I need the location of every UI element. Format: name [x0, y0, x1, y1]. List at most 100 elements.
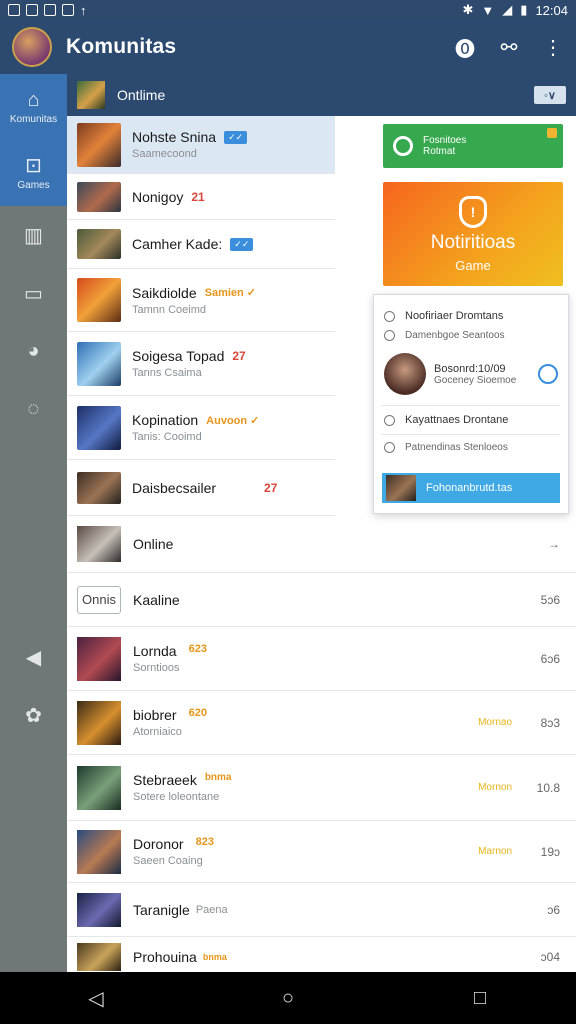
- list-item[interactable]: Soigesa Topad 27 Tanns Csaima: [67, 332, 335, 396]
- item-title: Online: [133, 536, 174, 552]
- item-title: biobrer: [133, 707, 177, 723]
- list-item[interactable]: Online →: [67, 516, 576, 573]
- item-title: Taranigle: [133, 901, 190, 918]
- item-tag: 623: [188, 643, 207, 655]
- item-title: Kopination: [132, 412, 199, 428]
- list-item[interactable]: biobrer 620 Atorniaico Mornao 8ɔ3: [67, 691, 576, 755]
- profile-name: Bosonrd:10/09: [434, 362, 506, 375]
- game-thumbnail: [77, 700, 121, 745]
- list-item[interactable]: Daisbecsailer 27: [67, 460, 335, 516]
- popup-row[interactable]: Kayattnaes Drontane: [374, 406, 568, 434]
- list-item[interactable]: Nonigoy 21: [67, 174, 335, 220]
- game-thumbnail: [386, 475, 416, 501]
- stats-icon[interactable]: ◌: [0, 380, 67, 438]
- item-title: Doronor: [133, 836, 184, 852]
- item-title: Nonigoy: [132, 188, 184, 205]
- item-subtitle: Saamecoond: [132, 148, 197, 160]
- megaphone-icon[interactable]: ◀: [0, 628, 67, 686]
- popup-row-title: Kayattnaes Drontane: [405, 414, 509, 426]
- list-item[interactable]: Saikdiolde Samien ✓ Tamnn Coeimd: [67, 269, 335, 332]
- book-icon[interactable]: ▥: [0, 206, 67, 264]
- item-subtitle: Atorniaico: [133, 726, 182, 738]
- list-item[interactable]: Kopination Auvoon ✓ Tanis: Cooimd: [67, 396, 335, 460]
- item-subtitle: Tanis: Cooimd: [132, 431, 202, 443]
- item-tag: 21: [191, 189, 205, 204]
- item-value: ɔ6: [547, 902, 560, 917]
- game-thumbnail: [77, 526, 121, 562]
- item-tag: 27: [264, 480, 278, 495]
- item-title: Lornda: [133, 643, 177, 659]
- badge-icon: [547, 128, 557, 138]
- signal-icon: ◢: [502, 2, 513, 17]
- more-vert-icon[interactable]: ⋮: [542, 36, 564, 59]
- item-title: Nohste Snina: [132, 129, 217, 145]
- share-icon[interactable]: ⚯: [498, 36, 520, 59]
- app-title: Komunitas: [66, 35, 177, 58]
- rail-item-komunitas[interactable]: ⌂ Komunitas: [0, 74, 67, 140]
- notification-popup: Noofiriaer Dromtans Damenbgoe Seantoos B…: [373, 294, 569, 514]
- content-area: Ontlime ◦∨ Nohste Snina ✓✓ Saamecoond Non…: [67, 74, 576, 977]
- list-item[interactable]: Prohouina bnma ɔ04: [67, 937, 576, 977]
- settings-icon[interactable]: ✿: [0, 686, 67, 744]
- item-tag: ✓✓: [224, 130, 248, 144]
- status-bar: ↑ ✱ ▼ ◢ ▮ 12:04: [0, 0, 576, 20]
- popup-action-button[interactable]: Fohonanbrutd.tas: [382, 473, 560, 503]
- list-item[interactable]: Camher Kade: ✓✓: [67, 220, 335, 269]
- notification-icon: [44, 4, 56, 16]
- item-status: Mornao: [478, 717, 512, 728]
- item-value: ɔ04: [540, 949, 560, 964]
- tv-icon[interactable]: ▭: [0, 264, 67, 322]
- game-thumbnail: [77, 405, 121, 450]
- info-icon[interactable]: ⓿: [454, 36, 476, 61]
- rail-item-games[interactable]: ⊡ Games: [0, 140, 67, 206]
- list-item[interactable]: Onnis Kaaline 5ɔ6: [67, 573, 576, 627]
- home-icon[interactable]: ○: [268, 978, 308, 1018]
- item-tag: 27: [232, 349, 246, 363]
- item-subtitle: Saeen Coaing: [133, 855, 203, 867]
- popup-profile[interactable]: Bosonrd:10/09 Goceney Sioemoe: [374, 343, 568, 405]
- item-tag: ✓✓: [230, 237, 254, 251]
- item-status: Marnon: [478, 846, 512, 857]
- item-title: Kaaline: [133, 591, 180, 608]
- clock: 12:04: [535, 2, 568, 18]
- profile-sub: Goceney Sioemoe: [434, 374, 517, 386]
- item-tag: Auvoon ✓: [206, 414, 260, 427]
- list-item[interactable]: Lornda 623 Sorntioos 6ɔ6: [67, 627, 576, 691]
- list-item[interactable]: Doronor 823 Saeen Coaing Marnon 19ɔ: [67, 821, 576, 883]
- radio-icon: [384, 310, 395, 322]
- ad-banner-orange[interactable]: ! Notiritioas Game: [383, 182, 563, 286]
- ad-line: Rotmat: [423, 146, 456, 157]
- game-thumbnail: [77, 471, 121, 504]
- list-item[interactable]: Taranigle Paena ɔ6: [67, 883, 576, 937]
- notification-icon: [8, 4, 20, 16]
- section-title: Ontlime: [117, 87, 166, 103]
- recents-icon[interactable]: □: [460, 978, 500, 1018]
- popup-row[interactable]: Damenbgoe Seantoos: [374, 327, 568, 343]
- app-logo[interactable]: [12, 27, 52, 67]
- ad-banner-green[interactable]: Fosnitoes Rotmat: [383, 124, 563, 168]
- top-list: Nohste Snina ✓✓ Saamecoond Nonigoy 21 Camh…: [67, 116, 335, 516]
- arrow-icon[interactable]: →: [548, 537, 560, 551]
- list-item[interactable]: Nohste Snina ✓✓ Saamecoond: [67, 116, 335, 174]
- chat-icon[interactable]: ◕: [0, 322, 67, 380]
- app-bar: Komunitas ⓿ ⚯ ⋮: [0, 20, 576, 74]
- item-tag: 620: [188, 707, 207, 719]
- loading-icon[interactable]: [538, 364, 558, 384]
- side-rail: ⌂ Komunitas ⊡ Games ▥ ▭ ◕ ◌ ◀ ✿: [0, 74, 67, 972]
- item-tag: Paena: [195, 903, 228, 916]
- item-tag: bnma: [202, 951, 227, 962]
- item-value: 5ɔ6: [540, 592, 560, 607]
- item-title: Camher Kade:: [132, 236, 223, 252]
- popup-row-title: Patnendinas Stenloeos: [405, 441, 508, 453]
- item-value: 6ɔ6: [540, 651, 560, 666]
- back-icon[interactable]: ◁: [76, 978, 116, 1018]
- info-icon: [384, 329, 395, 341]
- outline-badge: Onnis: [77, 585, 121, 614]
- filter-dropdown[interactable]: ◦∨: [534, 86, 566, 104]
- item-subtitle: Tanns Csaima: [132, 367, 202, 379]
- popup-row[interactable]: Patnendinas Stenloeos: [374, 435, 568, 459]
- popup-row[interactable]: Noofiriaer Dromtans: [374, 305, 568, 327]
- list-item[interactable]: Stebraeek bnma Sotere loleontane Mornon 1…: [67, 755, 576, 821]
- radio-icon: [384, 441, 395, 453]
- game-thumbnail: [77, 765, 121, 810]
